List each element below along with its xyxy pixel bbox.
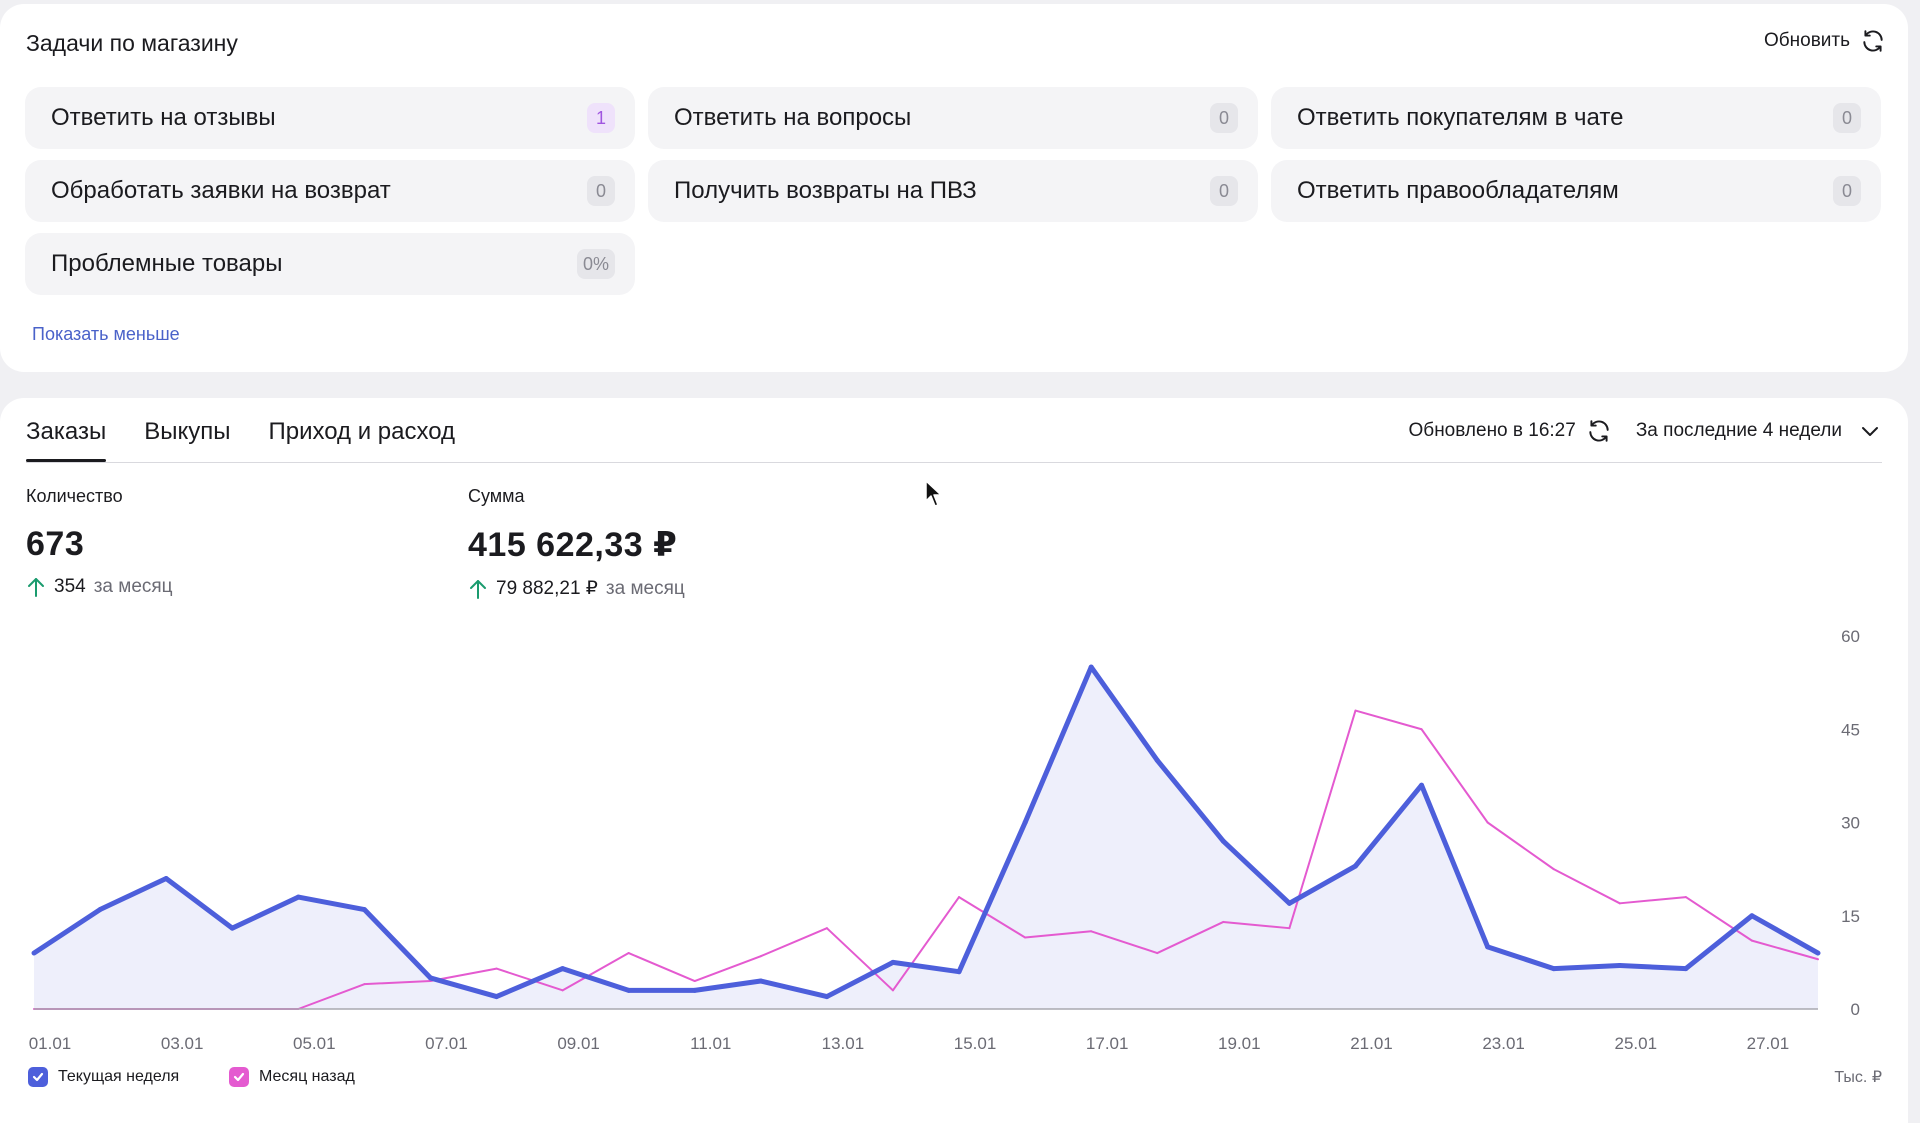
tasks-card: Задачи по магазину Обновить Ответить на … xyxy=(0,4,1908,372)
task-label: Ответить на вопросы xyxy=(674,104,912,131)
task-count-badge: 0 xyxy=(1833,176,1861,206)
metric-delta: 354 за месяц xyxy=(26,576,173,598)
metric-value: 673 xyxy=(26,525,85,563)
task-label: Ответить покупателям в чате xyxy=(1297,104,1624,131)
task-process-returns[interactable]: Обработать заявки на возврат 0 xyxy=(25,160,635,222)
metric-sum: Сумма 415 622,33 ₽ 79 882,21 ₽ за месяц xyxy=(468,486,685,600)
task-label: Проблемные товары xyxy=(51,250,283,277)
task-label: Обработать заявки на возврат xyxy=(51,177,391,204)
task-label: Ответить правообладателям xyxy=(1297,177,1619,204)
refresh-icon xyxy=(1863,30,1883,52)
task-count-badge: 1 xyxy=(587,103,615,133)
arrow-up-icon xyxy=(470,579,486,599)
metric-delta-value: 354 xyxy=(54,576,86,597)
refresh-icon[interactable] xyxy=(1586,418,1612,444)
task-count-badge: 0% xyxy=(576,249,615,279)
task-count-badge: 0 xyxy=(587,176,615,206)
checkbox-icon xyxy=(28,1067,48,1087)
updated-status: Обновлено в 16:27 xyxy=(1409,418,1612,444)
legend-month-ago[interactable]: Месяц назад xyxy=(229,1067,355,1087)
task-reply-rightholders[interactable]: Ответить правообладателям 0 xyxy=(1271,160,1881,222)
task-label: Ответить на отзывы xyxy=(51,104,276,131)
orders-header-controls: Обновлено в 16:27 За последние 4 недели xyxy=(1409,418,1882,444)
task-count-badge: 0 xyxy=(1210,103,1238,133)
metric-label: Количество xyxy=(26,486,123,506)
tab-orders[interactable]: Заказы xyxy=(26,418,107,462)
metric-delta-value: 79 882,21 ₽ xyxy=(496,578,598,599)
tab-buyouts[interactable]: Выкупы xyxy=(144,418,230,460)
task-pickup-returns[interactable]: Получить возвраты на ПВЗ 0 xyxy=(648,160,1258,222)
metric-quantity: Количество 673 354 за месяц xyxy=(26,486,173,598)
metric-delta-suffix: за месяц xyxy=(93,576,173,597)
task-reply-reviews[interactable]: Ответить на отзывы 1 xyxy=(25,87,635,149)
tabs-divider xyxy=(26,462,1882,463)
task-problem-products[interactable]: Проблемные товары 0% xyxy=(25,233,635,295)
legend-label: Месяц назад xyxy=(259,1068,355,1085)
updated-label: Обновлено в 16:27 xyxy=(1408,420,1576,441)
task-reply-chat[interactable]: Ответить покупателям в чате 0 xyxy=(1271,87,1881,149)
task-count-badge: 0 xyxy=(1210,176,1238,206)
metric-delta-suffix: за месяц xyxy=(605,577,685,599)
metric-label: Сумма xyxy=(468,486,525,506)
chevron-down-icon xyxy=(1862,427,1878,436)
period-dropdown[interactable]: За последние 4 недели xyxy=(1636,419,1882,443)
show-less-link[interactable]: Показать меньше xyxy=(32,324,180,345)
metric-value: 415 622,33 ₽ xyxy=(468,526,678,564)
refresh-button-label: Обновить xyxy=(1763,30,1850,51)
task-label: Получить возвраты на ПВЗ xyxy=(674,177,977,204)
tasks-grid: Ответить на отзывы 1 Ответить на вопросы… xyxy=(25,87,1881,295)
cursor-icon xyxy=(925,480,942,507)
orders-tabs: Заказы Выкупы Приход и расход xyxy=(26,418,455,462)
y-axis-unit: Тыс. ₽ xyxy=(1834,1069,1882,1086)
tasks-title: Задачи по магазину xyxy=(26,30,238,56)
period-label: За последние 4 недели xyxy=(1635,420,1842,441)
metric-delta: 79 882,21 ₽ за месяц xyxy=(468,577,685,600)
task-reply-questions[interactable]: Ответить на вопросы 0 xyxy=(648,87,1258,149)
task-count-badge: 0 xyxy=(1833,103,1861,133)
legend-label: Текущая неделя xyxy=(58,1068,180,1085)
orders-card: Заказы Выкупы Приход и расход Обновлено … xyxy=(0,398,1908,1123)
checkbox-icon xyxy=(229,1067,249,1087)
arrow-up-icon xyxy=(28,578,44,597)
legend-current-week[interactable]: Текущая неделя xyxy=(28,1067,179,1087)
refresh-button[interactable]: Обновить xyxy=(1764,28,1886,54)
tab-income-expense[interactable]: Приход и расход xyxy=(268,418,455,460)
